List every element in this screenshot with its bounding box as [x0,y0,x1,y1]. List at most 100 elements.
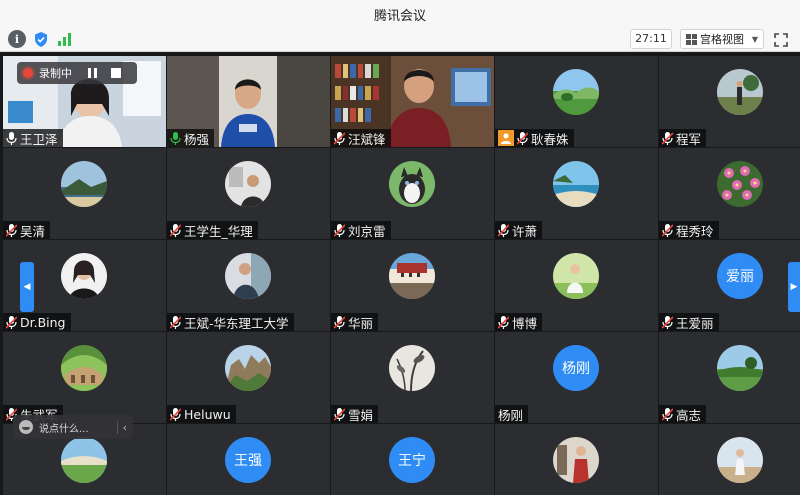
participant-name: 王斌-华东理工大学 [184,315,289,331]
mic-muted-icon [662,315,673,329]
participant-label: 雪娟 [331,405,379,423]
avatar [553,437,599,483]
participant-tile[interactable] [495,424,658,495]
participant-tile[interactable]: 雪娟 [331,332,494,423]
participant-tile[interactable]: 王学生_华理 [167,148,330,239]
window-title: 腾讯会议 [373,9,426,24]
chat-placeholder[interactable]: 说点什么... [39,420,89,435]
participant-tile[interactable]: 王斌-华东理工大学 [167,240,330,331]
mic-icon [170,131,181,145]
participant-tile[interactable]: 华丽 [331,240,494,331]
participant-label: 高志 [659,405,707,423]
participant-tile[interactable]: 汪斌锋 [331,56,494,147]
participant-tile[interactable]: Heluwu [167,332,330,423]
avatar [389,253,435,299]
participant-label: 王爱丽 [659,313,719,331]
participant-label: 杨强 [167,129,215,147]
mic-muted-icon [662,223,673,237]
participant-name: Heluwu [184,406,231,422]
participant-label: 王学生_华理 [167,221,258,239]
participant-name: Dr.Bing [20,314,66,330]
previous-page-button[interactable]: ◀ [20,262,34,312]
host-badge-icon [498,130,514,146]
participant-label: 刘京雷 [331,221,391,239]
next-page-button[interactable]: ▶ [788,262,800,312]
avatar [61,437,107,483]
participant-tile[interactable]: 王强 [167,424,330,495]
participant-tile[interactable]: 朱武军 [3,332,166,423]
pause-icon[interactable] [88,68,97,78]
participant-name: 程军 [676,131,702,147]
participant-tile[interactable] [659,424,800,495]
participant-tile[interactable]: 杨强 [167,56,330,147]
mic-muted-icon [334,223,345,237]
participant-label: 程军 [659,129,707,147]
participant-label: 华丽 [331,313,379,331]
avatar [61,161,107,207]
shield-icon[interactable] [32,30,50,48]
view-switch-dropdown[interactable]: 宫格视图 ▼ [680,29,764,49]
participant-name: 华丽 [348,315,374,331]
participant-name: 王卫泽 [20,131,58,147]
participant-tile[interactable]: 许萧 [495,148,658,239]
avatar [61,345,107,391]
meeting-toolbar: i 27:11 宫格视图 ▼ [0,26,800,52]
participant-label: 王卫泽 [3,129,63,147]
grid-view-icon [686,33,697,45]
avatar: 爱丽 [717,253,763,299]
participant-tile[interactable]: 耿春姝 [495,56,658,147]
participant-tile[interactable]: 吴清 [3,148,166,239]
participant-tile[interactable]: 录制中 王卫泽 [3,56,166,147]
signal-icon[interactable] [56,30,74,48]
avatar [717,161,763,207]
participant-tile[interactable]: 博博 [495,240,658,331]
participant-name: 王学生_华理 [184,223,253,239]
participant-label: 吴清 [3,221,51,239]
avatar [553,253,599,299]
chat-input-bar[interactable]: 说点什么... ‹ [13,415,133,439]
participant-name: 王爱丽 [676,315,714,331]
mic-muted-icon [517,131,528,145]
participant-label: 汪斌锋 [331,129,391,147]
participant-label: 王斌-华东理工大学 [167,313,294,331]
mic-muted-icon [662,407,673,421]
avatar: 王宁 [389,437,435,483]
mic-muted-icon [170,315,181,329]
mic-muted-icon [498,223,509,237]
mic-muted-icon [6,315,17,329]
recording-indicator: 录制中 [17,62,137,84]
participant-tile[interactable]: 杨刚 杨刚 [495,332,658,423]
participant-tile[interactable]: 程秀玲 [659,148,800,239]
info-icon[interactable]: i [8,30,26,48]
participant-tile[interactable]: 高志 [659,332,800,423]
stop-icon[interactable] [111,68,121,78]
participant-label: 耿春姝 [495,129,574,147]
participant-name: 杨刚 [498,407,524,423]
participant-tile[interactable]: 爱丽 王爱丽 [659,240,800,331]
participant-label: Dr.Bing [3,313,71,331]
chevron-down-icon: ▼ [751,34,758,44]
avatar [717,345,763,391]
participant-label: 许萧 [495,221,543,239]
view-switch-label: 宫格视图 [700,33,744,46]
mic-muted-icon [498,315,509,329]
participant-name: 耿春姝 [531,131,569,147]
mic-muted-icon [334,131,345,145]
participant-tile[interactable]: 程军 [659,56,800,147]
mic-muted-icon [170,223,181,237]
fullscreen-icon[interactable] [774,32,788,47]
participant-name: 博博 [512,315,538,331]
collapse-chevron-icon[interactable]: ‹ [116,420,127,434]
avatar [717,437,763,483]
avatar [389,345,435,391]
avatar [225,161,271,207]
participant-label: 博博 [495,313,543,331]
participant-name: 程秀玲 [676,223,714,239]
participant-tile[interactable]: 王宁 [331,424,494,495]
mic-icon [6,131,17,145]
participant-tile[interactable]: 刘京雷 [331,148,494,239]
mic-muted-icon [334,407,345,421]
participant-name: 杨强 [184,131,210,147]
emoji-icon[interactable] [19,420,33,434]
chevron-right-icon: ▶ [790,282,798,292]
